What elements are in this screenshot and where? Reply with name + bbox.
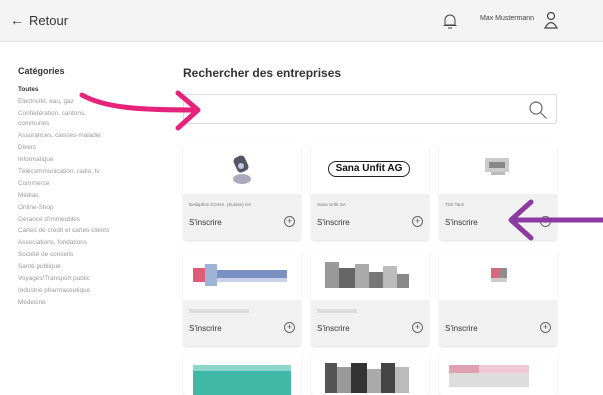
annotation-arrows	[79, 90, 603, 241]
arrow-pink-icon	[79, 90, 201, 131]
arrow-purple-icon	[508, 199, 603, 241]
